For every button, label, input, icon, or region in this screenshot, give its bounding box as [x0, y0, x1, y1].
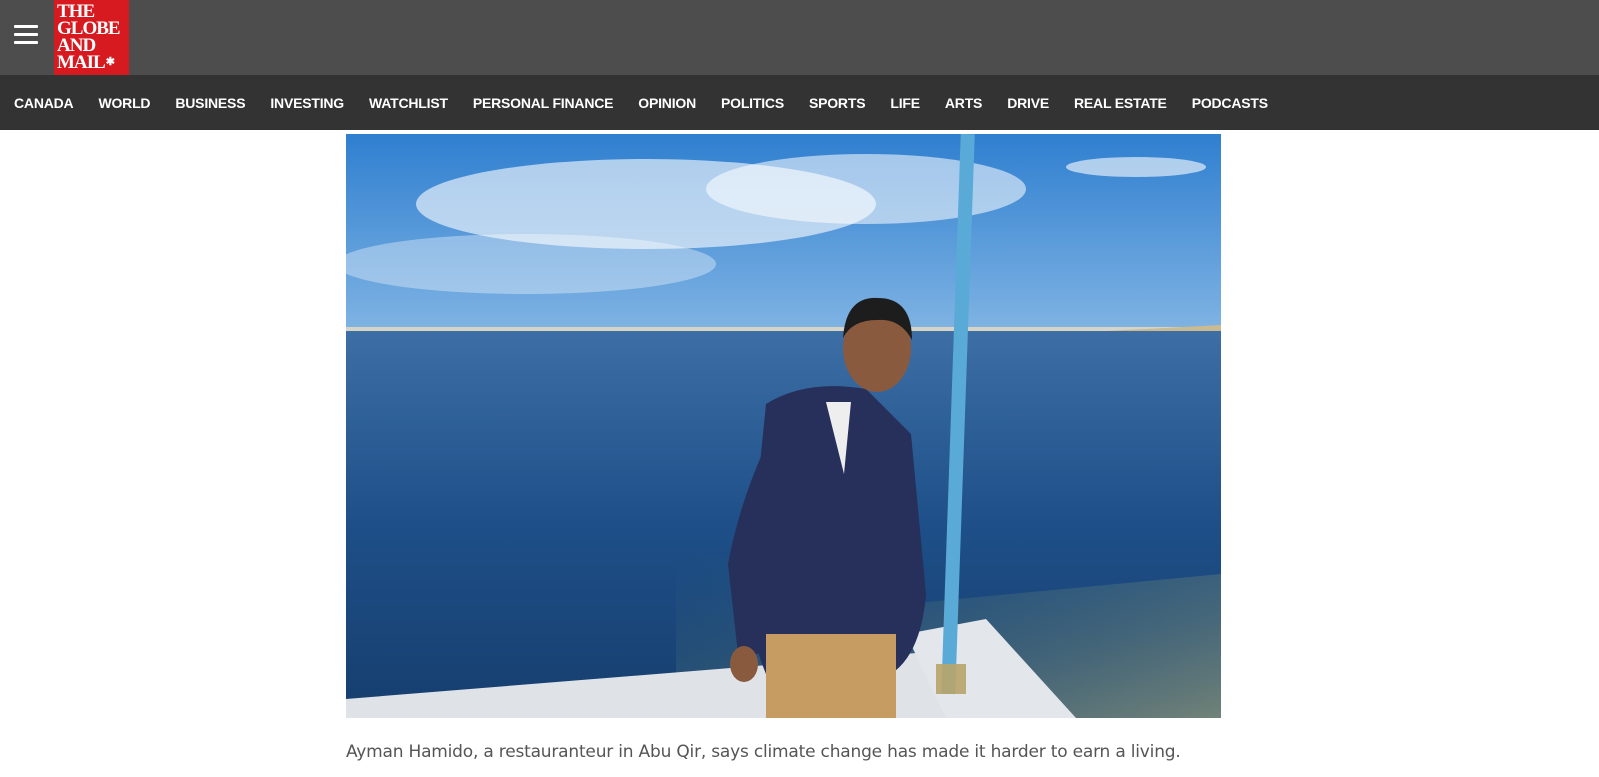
nav-item-sports[interactable]: SPORTS: [809, 95, 866, 111]
nav-item-investing[interactable]: INVESTING: [270, 95, 344, 111]
photo-caption: Ayman Hamido, a restauranteur in Abu Qir…: [346, 742, 1181, 762]
nav-item-arts[interactable]: ARTS: [945, 95, 983, 111]
nav-item-real-estate[interactable]: REAL ESTATE: [1074, 95, 1167, 111]
nav-item-drive[interactable]: DRIVE: [1007, 95, 1049, 111]
maple-leaf-icon: ✱: [105, 56, 115, 68]
section-nav-bar: CANADA WORLD BUSINESS INVESTING WATCHLIS…: [0, 75, 1599, 130]
nav-item-watchlist[interactable]: WATCHLIST: [369, 95, 448, 111]
hamburger-menu-icon[interactable]: [14, 25, 38, 47]
nav-item-world[interactable]: WORLD: [98, 95, 150, 111]
nav-item-canada[interactable]: CANADA: [14, 95, 74, 111]
logo-line-4: MAIL: [57, 52, 106, 73]
nav-item-opinion[interactable]: OPINION: [638, 95, 696, 111]
nav-item-business[interactable]: BUSINESS: [175, 95, 245, 111]
article-photo: [346, 134, 1221, 718]
globe-and-mail-logo[interactable]: THE GLOBE AND MAIL✱: [54, 0, 129, 75]
top-header-bar: THE GLOBE AND MAIL✱: [0, 0, 1599, 75]
nav-item-life[interactable]: LIFE: [890, 95, 920, 111]
nav-item-podcasts[interactable]: PODCASTS: [1192, 95, 1268, 111]
nav-item-politics[interactable]: POLITICS: [721, 95, 784, 111]
article-photo-illustration: [346, 134, 1221, 718]
nav-item-personal-finance[interactable]: PERSONAL FINANCE: [473, 95, 614, 111]
